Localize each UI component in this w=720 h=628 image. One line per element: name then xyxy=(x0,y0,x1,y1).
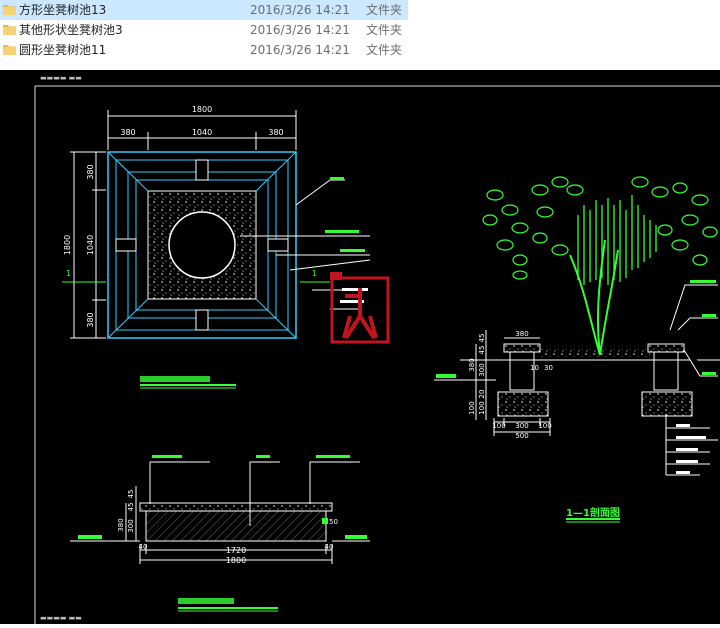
plan-section-mark-left: 1 xyxy=(66,269,71,278)
elev-dim-d1: 40 xyxy=(139,543,148,551)
sec-dim-h2: 300 xyxy=(478,363,486,376)
sec-dim-g3: 100 xyxy=(468,401,476,414)
elev-dim-side: 50 xyxy=(329,518,338,526)
folder-icon xyxy=(3,45,16,55)
folder-row[interactable]: 其他形状坐凳树池3 2016/3/26 14:21 文件夹 xyxy=(0,20,408,40)
folder-name: 其他形状坐凳树池3 xyxy=(19,23,123,37)
sec-dim-h3: 45 xyxy=(478,346,486,355)
elev-dim-h4: 45 xyxy=(127,490,135,499)
folder-date: 2016/3/26 14:21 xyxy=(250,3,350,17)
sec-dim-h4: 45 xyxy=(478,334,486,343)
folder-date: 2016/3/26 14:21 xyxy=(250,23,350,37)
folder-type: 文件夹 xyxy=(366,43,403,57)
sec-dim-left: 100 xyxy=(492,422,505,430)
plan-dim-v-mid: 1040 xyxy=(86,235,95,255)
folder-name: 方形坐凳树池13 xyxy=(19,3,107,17)
plan-dim-right: 380 xyxy=(268,128,283,137)
plan-dim-left: 380 xyxy=(120,128,135,137)
folder-type: 文件夹 xyxy=(366,23,403,37)
elev-dim-d3: 40 xyxy=(325,543,334,551)
sec-dim-s2: 30 xyxy=(544,364,553,372)
section-view: 380 380 300 45 45 20 100 100 10 30 100 3… xyxy=(434,176,720,523)
watermark-logo xyxy=(330,272,390,344)
folder-icon xyxy=(3,5,16,15)
sec-dim-total: 500 xyxy=(515,432,528,440)
section-title: 1—1剖面图 xyxy=(566,506,620,519)
file-list: 方形坐凳树池13 2016/3/26 14:21 文件夹 其他形状坐凳树池3 2… xyxy=(0,0,720,66)
sec-dim-top: 380 xyxy=(515,330,528,338)
folder-row[interactable]: 方形坐凳树池13 2016/3/26 14:21 文件夹 xyxy=(0,0,408,20)
sec-dim-right: 100 xyxy=(538,422,551,430)
folder-type: 文件夹 xyxy=(366,3,403,17)
elev-dim-h3: 45 xyxy=(127,503,135,512)
cad-canvas: ▬▬▬▬ ▬▬ ▬▬▬▬ ▬▬ 1800 380 1040 380 1800 3… xyxy=(34,74,720,624)
plan-view: 1800 380 1040 380 1800 380 1040 380 1 1 xyxy=(62,105,371,389)
plan-dim-mid: 1040 xyxy=(192,128,212,137)
elevation-view: 380 300 45 45 50 40 1720 40 1800 xyxy=(70,455,370,612)
folder-icon xyxy=(3,25,16,35)
sec-dim-g2: 100 xyxy=(478,401,486,414)
plan-dim-v-bot: 380 xyxy=(86,312,95,327)
plan-dim-overall: 1800 xyxy=(192,105,212,114)
plan-dim-vertical-overall: 1800 xyxy=(63,235,72,255)
folder-date: 2016/3/26 14:21 xyxy=(250,43,350,57)
folder-name: 圆形坐凳树池11 xyxy=(19,43,107,57)
elev-dim-d2: 1720 xyxy=(226,546,246,555)
svg-text:▬▬▬▬ ▬▬: ▬▬▬▬ ▬▬ xyxy=(40,614,82,622)
sec-dim-s1: 10 xyxy=(530,364,539,372)
plan-dim-v-top: 380 xyxy=(86,164,95,179)
sec-dim-h1: 380 xyxy=(468,358,476,371)
svg-text:▬▬▬▬ ▬▬: ▬▬▬▬ ▬▬ xyxy=(40,74,82,82)
sec-dim-g1: 20 xyxy=(478,390,486,399)
folder-row[interactable]: 圆形坐凳树池11 2016/3/26 14:21 文件夹 xyxy=(0,40,408,60)
sec-dim-mid: 300 xyxy=(515,422,528,430)
elev-dim-h1: 380 xyxy=(117,518,125,531)
elev-dim-total: 1800 xyxy=(226,556,246,565)
plan-section-mark-right: 1 xyxy=(312,269,317,278)
cad-drawing: ▬▬▬▬ ▬▬ ▬▬▬▬ ▬▬ 1800 380 1040 380 1800 3… xyxy=(0,70,720,624)
elev-dim-h2: 300 xyxy=(127,519,135,532)
